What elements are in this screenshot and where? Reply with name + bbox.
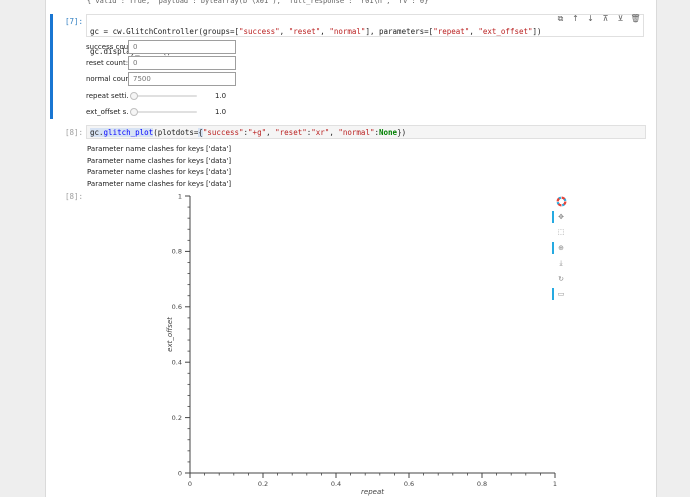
y-tick-label: 0.8: [172, 248, 182, 256]
code-function: GlitchController: [126, 27, 199, 36]
code-string: "xr": [311, 128, 330, 137]
y-tick-label: 1: [178, 192, 182, 200]
reset-count-label: reset count:: [86, 59, 128, 67]
y-tick-label: 0: [178, 469, 182, 477]
box-zoom-tool-icon[interactable]: ⬚: [554, 225, 568, 239]
glitch-plot[interactable]: 0 0.2 0.4 0.6 0.8 1 0 0.2 0.4 0.6 0.8 1 repeat ext_of…: [160, 192, 580, 497]
success-count-row: success cou… 0: [86, 40, 236, 54]
bokeh-toolbar: ✥ ⬚ ⊕ ⤓ ↻ ▭: [552, 194, 568, 303]
output-prompt: [8]:: [64, 192, 83, 201]
reset-count-field[interactable]: 0: [128, 56, 236, 70]
ext-offset-setting-label: ext_offset s…: [86, 108, 128, 116]
previous-output: {'valid': True, 'payload': bytearray(b'\…: [87, 0, 429, 5]
save-tool-icon[interactable]: ⤓: [554, 256, 568, 270]
code-token: (plotdots=: [153, 128, 199, 137]
normal-count-row: normal count: 7500: [86, 72, 236, 86]
code-token: (groups=[: [198, 27, 240, 36]
code-token: }): [397, 128, 407, 137]
success-count-field[interactable]: 0: [128, 40, 236, 54]
code-string: "ext_offset": [478, 27, 533, 36]
slider-handle[interactable]: [130, 92, 138, 100]
ext-offset-value: 1.0: [215, 108, 227, 116]
code-token: ,: [266, 128, 276, 137]
x-axis-label: repeat: [361, 488, 384, 496]
code-function: glitch_plot: [103, 128, 154, 137]
ext-offset-setting-row: ext_offset s… 1.0: [86, 105, 226, 119]
reset-count-row: reset count: 0: [86, 56, 236, 70]
copy-icon[interactable]: ⧉: [556, 14, 565, 23]
code-token: ,: [469, 27, 479, 36]
normal-count-label: normal count:: [86, 75, 128, 83]
output-message: Parameter name clashes for keys ['data']: [87, 145, 232, 153]
code-string: "repeat": [433, 27, 470, 36]
code-string: "+g": [248, 128, 267, 137]
code-token: ,: [320, 27, 330, 36]
code-string: "reset": [275, 128, 307, 137]
normal-count-field[interactable]: 7500: [128, 72, 236, 86]
y-tick-label: 0.2: [172, 414, 182, 422]
pan-tool-icon[interactable]: ✥: [552, 210, 568, 224]
cell-prompt: [8]:: [64, 128, 83, 137]
insert-below-icon[interactable]: ⊻: [616, 14, 625, 23]
code-editor[interactable]: gc.glitch_plot(plotdots={"success":"+g",…: [86, 125, 646, 139]
bokeh-logo-icon[interactable]: [554, 194, 568, 208]
delete-icon[interactable]: 🗑: [630, 14, 640, 23]
repeat-slider[interactable]: [130, 90, 197, 102]
repeat-setting-label: repeat setti…: [86, 92, 128, 100]
repeat-value: 1.0: [215, 92, 227, 100]
hover-tool-icon[interactable]: ▭: [552, 287, 568, 301]
x-tick-label: 0.2: [258, 480, 268, 488]
move-down-icon[interactable]: ↓: [586, 14, 595, 23]
cell-active-bar: [50, 14, 53, 119]
x-tick-label: 0.8: [477, 480, 487, 488]
x-tick-label: 0.4: [331, 480, 341, 488]
x-tick-label: 0: [188, 480, 192, 488]
code-string: "normal": [329, 27, 366, 36]
cell-prompt: [7]:: [64, 17, 83, 26]
y-axis-label: ext_offset: [166, 317, 174, 352]
cell-toolbar: ⧉ ↑ ↓ ⊼ ⊻ 🗑: [556, 14, 641, 24]
code-string: "success": [239, 27, 280, 36]
code-token: gc.: [90, 128, 104, 137]
move-up-icon[interactable]: ↑: [571, 14, 580, 23]
slider-track: [132, 111, 197, 113]
x-tick-label: 0.6: [404, 480, 414, 488]
code-token: ]): [532, 27, 542, 36]
output-message: Parameter name clashes for keys ['data']: [87, 180, 232, 188]
code-token: ], parameters=[: [365, 27, 434, 36]
code-line: gc = cw.GlitchController(groups=["succes…: [90, 27, 640, 37]
code-token: ,: [329, 128, 339, 137]
code-token: ,: [279, 27, 289, 36]
code-string: "normal": [338, 128, 375, 137]
y-tick-label: 0.6: [172, 303, 182, 311]
output-message: Parameter name clashes for keys ['data']: [87, 168, 232, 176]
code-token: gc = cw.: [90, 27, 127, 36]
x-tick-label: 1: [553, 480, 557, 488]
reset-tool-icon[interactable]: ↻: [554, 272, 568, 286]
repeat-setting-row: repeat setti… 1.0: [86, 89, 226, 103]
success-count-label: success cou…: [86, 43, 128, 51]
output-message: Parameter name clashes for keys ['data']: [87, 157, 232, 165]
ext-offset-slider[interactable]: [130, 106, 197, 118]
code-keyword: None: [379, 128, 398, 137]
code-string: "reset": [288, 27, 321, 36]
code-string: "success": [202, 128, 244, 137]
slider-handle[interactable]: [130, 108, 138, 116]
wheel-zoom-tool-icon[interactable]: ⊕: [552, 241, 568, 255]
y-tick-label: 0.4: [172, 359, 182, 367]
insert-above-icon[interactable]: ⊼: [601, 14, 610, 23]
plot-area: [190, 196, 555, 473]
slider-track: [132, 95, 197, 97]
